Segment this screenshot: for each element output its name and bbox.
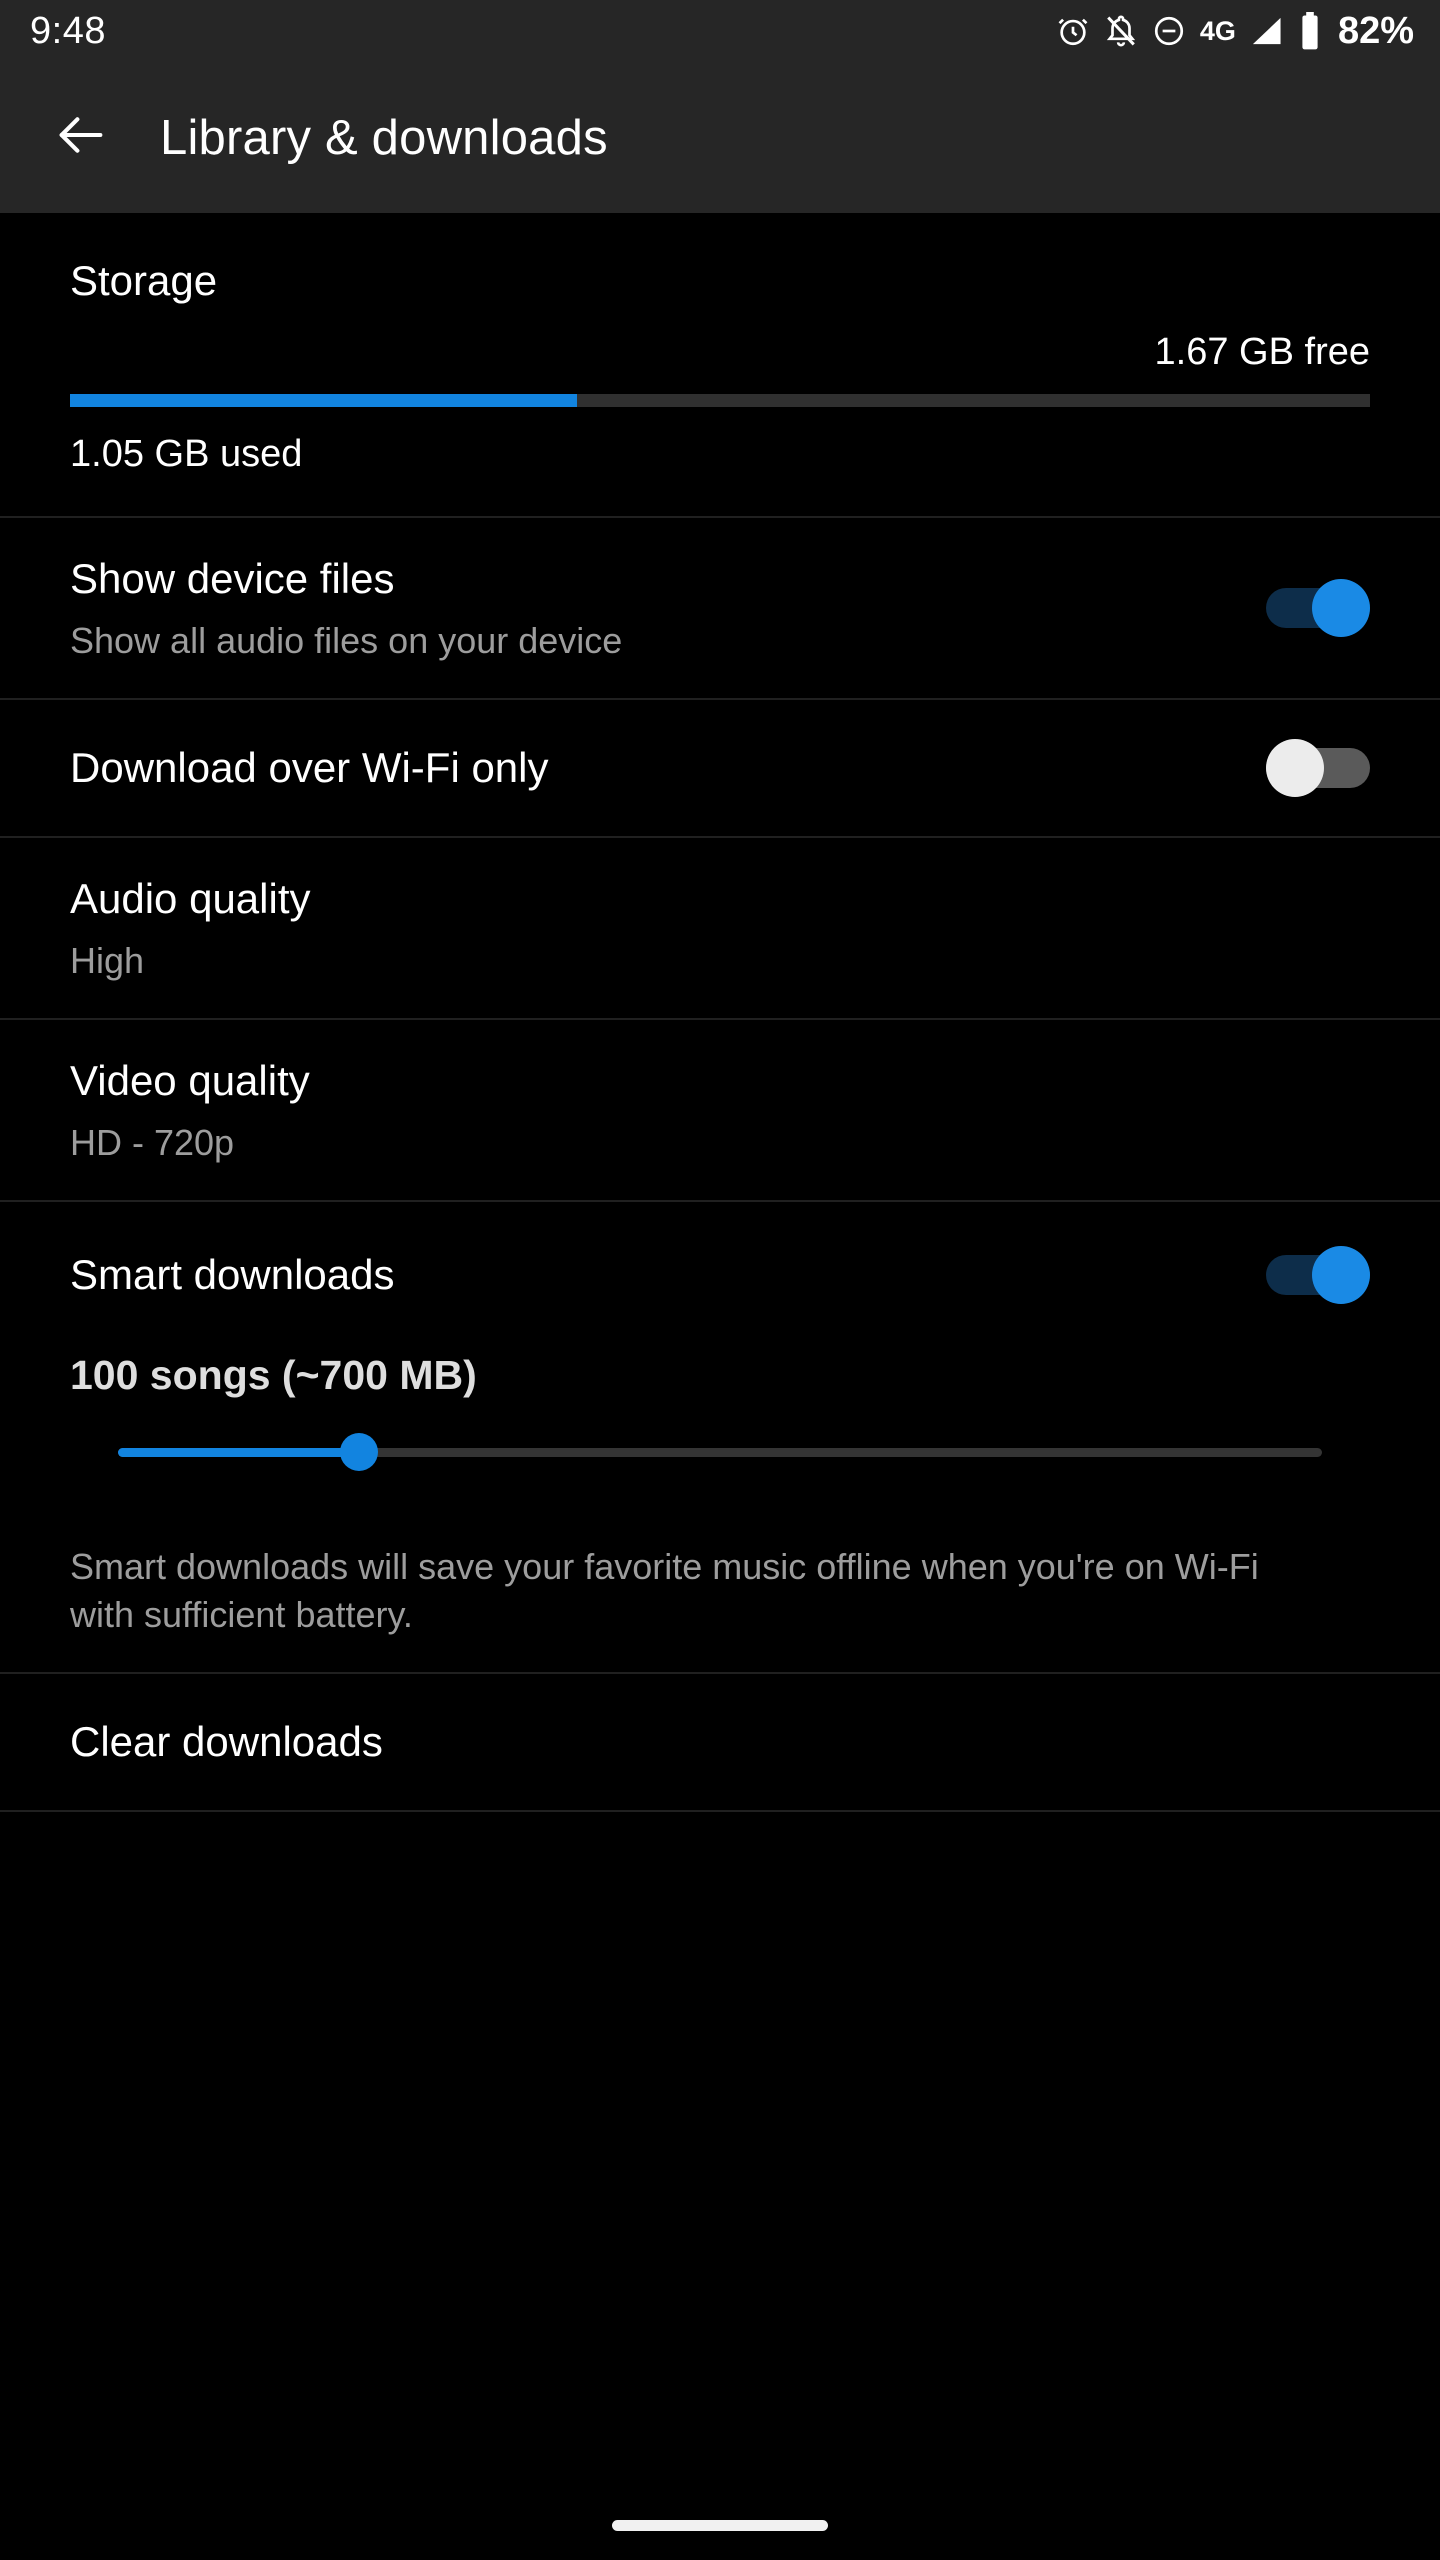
divider xyxy=(0,1810,1440,1813)
network-type-label: 4G xyxy=(1199,15,1236,46)
smart-downloads-count-label: 100 songs (~700 MB) xyxy=(70,1352,477,1399)
do-not-disturb-icon xyxy=(1152,14,1186,48)
setting-row-show-device-files[interactable]: Show device files Show all audio files o… xyxy=(0,518,1440,698)
setting-row-texts: Clear downloads xyxy=(70,1681,1370,1803)
setting-row-audio-quality[interactable]: Audio quality High xyxy=(0,838,1440,1018)
notifications-off-icon xyxy=(1104,14,1138,48)
app-toolbar: Library & downloads xyxy=(0,62,1440,213)
toggle-show-device-files[interactable] xyxy=(1266,579,1370,637)
system-navigation-bar xyxy=(0,2476,1440,2560)
setting-title: Show device files xyxy=(70,555,395,602)
setting-value: High xyxy=(70,939,145,981)
storage-progress-fill xyxy=(70,394,577,407)
page-title: Library & downloads xyxy=(160,110,608,165)
battery-percent-label: 82% xyxy=(1337,9,1414,52)
status-icons: 4G 82% xyxy=(1056,10,1414,53)
storage-free-label: 1.67 GB free xyxy=(1154,331,1370,373)
setting-row-texts: Download over Wi-Fi only xyxy=(70,707,1266,829)
setting-title: Audio quality xyxy=(70,875,311,923)
back-button[interactable] xyxy=(26,83,136,193)
setting-row-texts: Show device files Show all audio files o… xyxy=(70,518,1266,698)
setting-row-clear-downloads[interactable]: Clear downloads xyxy=(0,1674,1440,1810)
setting-row-video-quality[interactable]: Video quality HD - 720p xyxy=(0,1020,1440,1200)
setting-value: HD - 720p xyxy=(70,1121,235,1163)
setting-row-texts: Audio quality High xyxy=(70,838,1370,1018)
smart-downloads-slider[interactable] xyxy=(70,1417,1370,1487)
toggle-thumb xyxy=(1266,739,1324,798)
slider-thumb[interactable] xyxy=(339,1433,378,1472)
smart-downloads-title: Smart downloads xyxy=(70,1251,395,1299)
smart-downloads-description: Smart downloads will save your favorite … xyxy=(70,1546,1259,1635)
status-time: 9:48 xyxy=(30,9,106,52)
signal-icon xyxy=(1248,15,1284,47)
smart-downloads-header[interactable]: Smart downloads xyxy=(0,1202,1440,1305)
back-arrow-icon xyxy=(52,106,110,169)
alarm-icon xyxy=(1056,14,1090,48)
setting-title: Download over Wi-Fi only xyxy=(70,744,549,792)
toggle-thumb xyxy=(1312,579,1370,637)
toggle-download-over-wifi[interactable] xyxy=(1266,739,1370,798)
setting-row-download-over-wifi[interactable]: Download over Wi-Fi only xyxy=(0,700,1440,836)
setting-row-texts: Video quality HD - 720p xyxy=(70,1020,1370,1200)
slider-fill xyxy=(118,1447,359,1457)
storage-section: Storage 1.67 GB free 1.05 GB used xyxy=(0,213,1440,516)
toggle-thumb xyxy=(1312,1246,1370,1305)
setting-title: Video quality xyxy=(70,1057,310,1105)
storage-progress-bar xyxy=(70,394,1370,407)
setting-subtitle: Show all audio files on your device xyxy=(70,619,623,661)
home-gesture-pill[interactable] xyxy=(612,2519,828,2531)
status-bar: 9:48 4G 82% xyxy=(0,0,1440,62)
toggle-smart-downloads[interactable] xyxy=(1266,1246,1370,1305)
settings-content: Storage 1.67 GB free 1.05 GB used Show d… xyxy=(0,213,1440,2560)
battery-icon xyxy=(1298,12,1322,50)
storage-used-label: 1.05 GB used xyxy=(70,433,303,475)
clear-downloads-label: Clear downloads xyxy=(70,1718,383,1766)
smart-downloads-section: Smart downloads 100 songs (~700 MB) Smar… xyxy=(0,1202,1440,1672)
storage-title: Storage xyxy=(70,257,218,304)
phone-screen: 9:48 4G 82% Library & downloads Storage … xyxy=(0,0,1440,2560)
